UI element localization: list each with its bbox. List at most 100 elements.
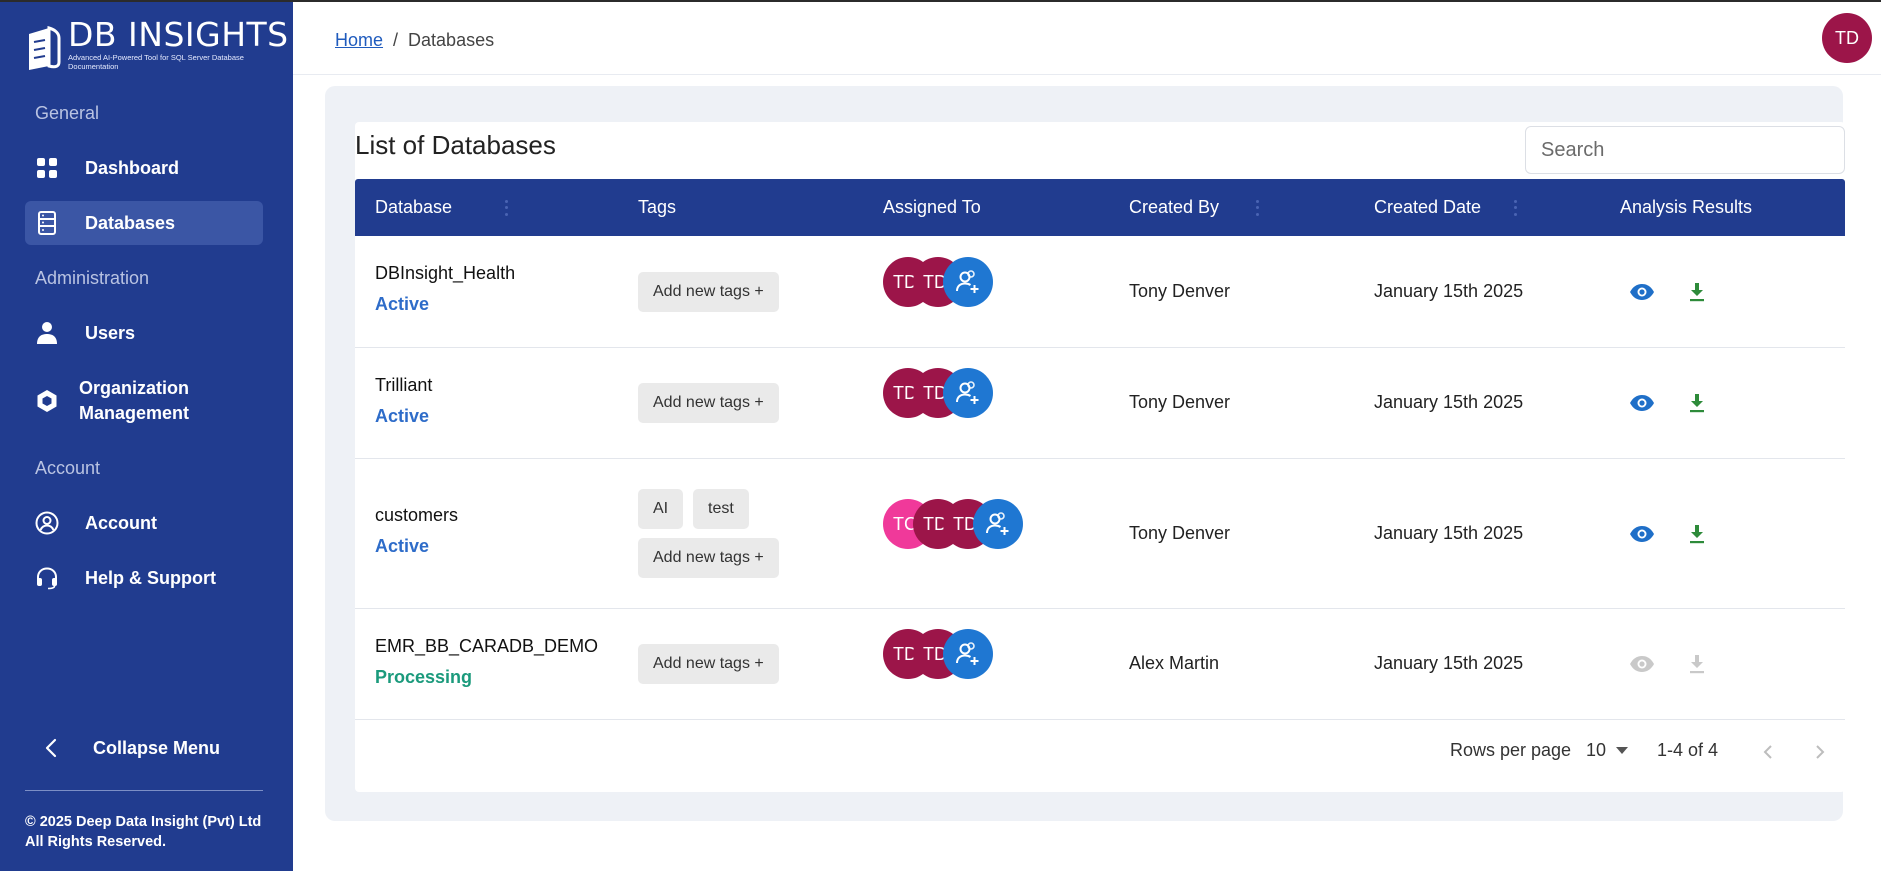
add-tag-button[interactable]: Add new tags + <box>638 272 779 312</box>
next-page-button[interactable] <box>1808 740 1832 764</box>
logo-subtitle: Advanced AI-Powered Tool for SQL Server … <box>68 53 244 71</box>
headset-icon <box>35 566 59 590</box>
eye-icon <box>1630 395 1654 411</box>
column-menu-icon[interactable] <box>1513 199 1517 216</box>
download-icon <box>1690 394 1704 413</box>
table-header: Database Tags Assigned To Created By Cre… <box>355 179 1845 236</box>
rows-per-page-label: Rows per page <box>1450 740 1572 760</box>
collapse-menu-label: Collapse Menu <box>93 738 221 758</box>
breadcrumb: Home / Databases <box>335 30 494 51</box>
table-row: customers Active AI test Add new tags + … <box>355 459 1845 609</box>
add-assignee-button[interactable] <box>943 257 993 307</box>
breadcrumb-separator: / <box>393 30 399 50</box>
tag-chip[interactable]: test <box>693 489 749 529</box>
section-general: General <box>35 103 100 123</box>
person-add-icon <box>956 270 979 293</box>
eye-icon <box>1630 284 1654 300</box>
download-results-button[interactable] <box>1683 520 1711 548</box>
database-icon <box>35 211 59 235</box>
section-account: Account <box>35 458 101 478</box>
download-icon <box>1690 283 1704 302</box>
table-row: Trilliant Active Add new tags + TD TD To… <box>355 348 1845 459</box>
sidebar-item-label: Account <box>85 513 157 533</box>
breadcrumb-home-link[interactable]: Home <box>335 30 383 51</box>
column-header-created-date[interactable]: Created Date <box>1374 179 1517 236</box>
database-name[interactable]: DBInsight_Health <box>375 263 515 284</box>
tag-chip[interactable]: AI <box>638 489 684 529</box>
column-menu-icon[interactable] <box>1255 199 1259 216</box>
created-by: Tony Denver <box>1129 281 1231 301</box>
download-results-button[interactable] <box>1683 278 1711 306</box>
database-name[interactable]: Trilliant <box>375 375 432 396</box>
prev-page-button[interactable] <box>1756 740 1780 764</box>
sidebar-item-account[interactable]: Account <box>25 501 263 545</box>
column-header-analysis-results: Analysis Results <box>1620 197 1753 217</box>
table-row: EMR_BB_CARADB_DEMO Processing Add new ta… <box>355 609 1845 720</box>
person-add-icon <box>986 512 1009 535</box>
created-by: Alex Martin <box>1129 653 1220 673</box>
download-icon <box>1690 525 1704 544</box>
page-title: List of Databases <box>355 130 556 160</box>
add-tag-button[interactable]: Add new tags + <box>638 644 779 684</box>
database-name[interactable]: customers <box>375 505 458 526</box>
view-results-button[interactable] <box>1628 278 1656 306</box>
sidebar: DB INSIGHTS Advanced AI-Powered Tool for… <box>0 0 293 871</box>
column-header-assigned-to: Assigned To <box>883 197 981 217</box>
person-add-icon <box>956 381 979 404</box>
download-results-button-disabled <box>1683 650 1711 678</box>
add-assignee-button[interactable] <box>943 368 993 418</box>
chevron-left-icon <box>39 736 63 760</box>
sidebar-item-dashboard[interactable]: Dashboard <box>25 146 263 190</box>
database-cell: DBInsight_Health Active <box>375 263 515 315</box>
account-circle-icon <box>35 511 59 535</box>
sidebar-item-label: Help & Support <box>85 568 216 588</box>
database-name[interactable]: EMR_BB_CARADB_DEMO <box>375 636 598 657</box>
pagination-range: 1-4 of 4 <box>1657 740 1719 760</box>
view-results-button[interactable] <box>1628 520 1656 548</box>
search-input[interactable] <box>1525 126 1845 174</box>
person-add-icon <box>956 642 979 665</box>
created-date: January 15th 2025 <box>1374 392 1524 412</box>
status-badge: Active <box>375 294 430 314</box>
sidebar-item-help-support[interactable]: Help & Support <box>25 556 263 600</box>
user-icon <box>35 321 59 345</box>
column-menu-icon[interactable] <box>504 199 508 216</box>
app-logo[interactable]: DB INSIGHTS Advanced AI-Powered Tool for… <box>26 18 289 74</box>
caret-down-icon <box>1616 746 1629 755</box>
sidebar-item-databases[interactable]: Databases <box>25 201 263 245</box>
sidebar-item-users[interactable]: Users <box>25 311 263 355</box>
rows-per-page-select[interactable]: 10 <box>1586 740 1629 761</box>
created-date: January 15th 2025 <box>1374 523 1524 543</box>
sidebar-item-organization-management[interactable]: Organization Management <box>25 374 263 428</box>
grid-icon <box>35 156 59 180</box>
sidebar-item-label: Organization Management <box>79 378 190 423</box>
database-cell: customers Active <box>375 505 458 557</box>
collapse-menu-button[interactable]: Collapse Menu <box>25 728 263 768</box>
sidebar-divider <box>25 790 263 791</box>
window-top-border <box>0 0 1881 2</box>
database-cell: Trilliant Active <box>375 375 432 427</box>
header-divider <box>293 74 1881 75</box>
column-header-database[interactable]: Database <box>375 179 508 236</box>
status-badge: Active <box>375 536 430 556</box>
created-date: January 15th 2025 <box>1374 653 1524 673</box>
status-badge: Processing <box>375 667 473 687</box>
add-tag-button[interactable]: Add new tags + <box>638 538 779 578</box>
eye-icon <box>1630 656 1654 672</box>
breadcrumb-current: Databases <box>408 30 495 50</box>
created-date: January 15th 2025 <box>1374 281 1524 301</box>
hexagon-icon <box>35 389 59 413</box>
add-assignee-button[interactable] <box>943 629 993 679</box>
view-results-button[interactable] <box>1628 389 1656 417</box>
column-header-created-by[interactable]: Created By <box>1129 179 1259 236</box>
user-avatar[interactable]: TD <box>1822 13 1872 63</box>
add-tag-button[interactable]: Add new tags + <box>638 383 779 423</box>
eye-icon <box>1630 526 1654 542</box>
sidebar-item-label: Dashboard <box>85 158 180 178</box>
sidebar-item-label: Users <box>85 323 136 343</box>
view-results-button-disabled <box>1628 650 1656 678</box>
add-assignee-button[interactable] <box>973 499 1023 549</box>
download-results-button[interactable] <box>1683 389 1711 417</box>
chevron-left-icon <box>1763 745 1772 759</box>
column-header-tags: Tags <box>638 197 677 217</box>
